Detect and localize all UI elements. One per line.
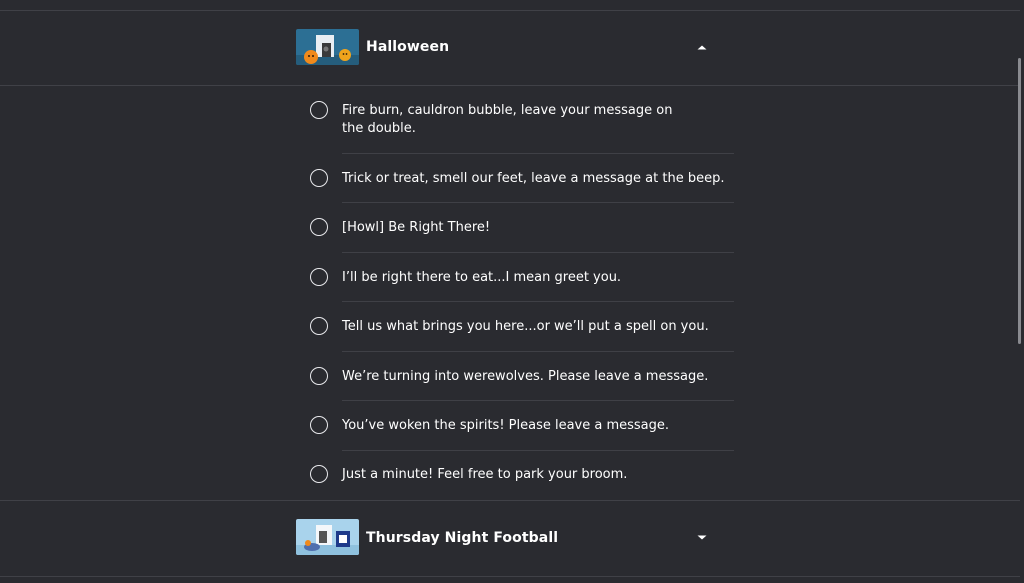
radio-button[interactable] [310, 416, 328, 434]
option-label: Trick or treat, smell our feet, leave a … [342, 171, 725, 186]
section-header-thursday-night-football[interactable]: Thursday Night Football [0, 501, 1020, 575]
greeting-option-8[interactable]: Just a minute! Feel free to park your br… [300, 465, 740, 485]
scrollbar[interactable] [1018, 58, 1021, 344]
option-label: Tell us what brings you here...or we’ll … [342, 319, 709, 334]
section-title: Thursday Night Football [366, 530, 559, 546]
option-label: We’re turning into werewolves. Please le… [342, 369, 709, 384]
greeting-option-5[interactable]: Tell us what brings you here...or we’ll … [300, 317, 740, 337]
radio-button[interactable] [310, 367, 328, 385]
greeting-option-7[interactable]: You’ve woken the spirits! Please leave a… [300, 416, 740, 436]
chevron-down-icon[interactable] [696, 534, 708, 542]
greeting-option-6[interactable]: We’re turning into werewolves. Please le… [300, 367, 740, 387]
option-label: Just a minute! Feel free to park your br… [342, 467, 628, 482]
option-label: You’ve woken the spirits! Please leave a… [342, 418, 670, 433]
option-divider [342, 351, 734, 352]
option-divider [342, 301, 734, 302]
football-thumbnail [296, 519, 359, 555]
option-label: Fire burn, cauldron bubble, leave your m… [342, 103, 673, 136]
option-label: [Howl] Be Right There! [342, 220, 491, 235]
option-label: I’ll be right there to eat...I mean gree… [342, 270, 622, 285]
section-divider [0, 85, 1020, 86]
radio-button[interactable] [310, 218, 328, 236]
radio-button[interactable] [310, 465, 328, 483]
chevron-up-icon[interactable] [696, 43, 708, 51]
radio-button[interactable] [310, 268, 328, 286]
option-divider [342, 153, 734, 154]
greeting-option-4[interactable]: I’ll be right there to eat...I mean gree… [300, 268, 740, 288]
section-header-halloween[interactable]: Halloween [0, 10, 1020, 84]
section-title: Halloween [366, 39, 450, 55]
greeting-option-2[interactable]: Trick or treat, smell our feet, leave a … [300, 169, 740, 189]
greeting-option-3[interactable]: [Howl] Be Right There! [300, 218, 740, 238]
radio-button[interactable] [310, 101, 328, 119]
bottom-divider [0, 576, 1020, 577]
option-divider [342, 400, 734, 401]
radio-button[interactable] [310, 169, 328, 187]
option-divider [342, 450, 734, 451]
greeting-option-1[interactable]: Fire burn, cauldron bubble, leave your m… [300, 101, 740, 141]
radio-button[interactable] [310, 317, 328, 335]
option-divider [342, 252, 734, 253]
halloween-thumbnail [296, 29, 359, 65]
option-divider [342, 202, 734, 203]
